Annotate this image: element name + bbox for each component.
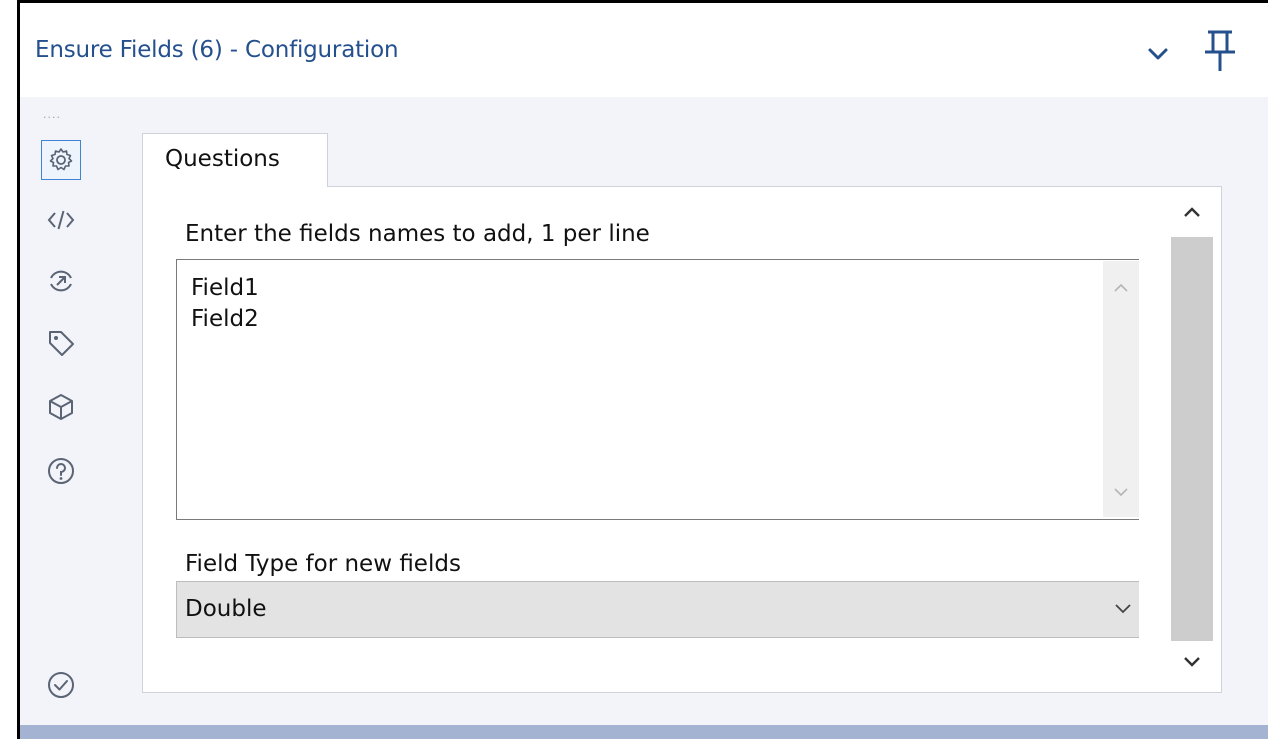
configuration-window: Ensure Fields (6) - Configuration ···· Q… [17, 0, 1268, 739]
field-type-value: Double [185, 596, 267, 622]
gear-icon[interactable] [41, 140, 81, 180]
fields-label: Enter the fields names to add, 1 per lin… [185, 221, 650, 247]
bottom-strip [20, 725, 1268, 739]
field-type-select[interactable] [176, 581, 1139, 638]
drag-grip-icon[interactable]: ···· [43, 112, 61, 123]
fields-textarea[interactable] [176, 259, 1139, 520]
field-type-label: Field Type for new fields [185, 551, 461, 577]
package-icon[interactable] [41, 387, 81, 427]
chevron-down-icon[interactable] [1113, 601, 1133, 617]
scroll-down-icon[interactable] [1180, 653, 1204, 675]
pin-icon[interactable] [1202, 29, 1238, 73]
code-icon[interactable] [41, 200, 81, 240]
fields-textarea-value[interactable]: Field1 Field2 [191, 273, 259, 335]
check-circle-icon[interactable] [41, 665, 81, 705]
window-title: Ensure Fields (6) - Configuration [35, 37, 399, 63]
tab-questions[interactable]: Questions [142, 133, 328, 187]
fields-scroll-down-icon[interactable] [1111, 484, 1131, 504]
fields-scroll-up-icon[interactable] [1111, 280, 1131, 300]
tag-icon[interactable] [41, 323, 81, 363]
panel-scroll-thumb[interactable] [1171, 237, 1213, 641]
scroll-up-icon[interactable] [1180, 203, 1204, 225]
export-icon[interactable] [41, 261, 81, 301]
window-header: Ensure Fields (6) - Configuration [20, 3, 1268, 97]
chevron-down-icon[interactable] [1143, 39, 1173, 69]
help-icon[interactable] [41, 451, 81, 491]
